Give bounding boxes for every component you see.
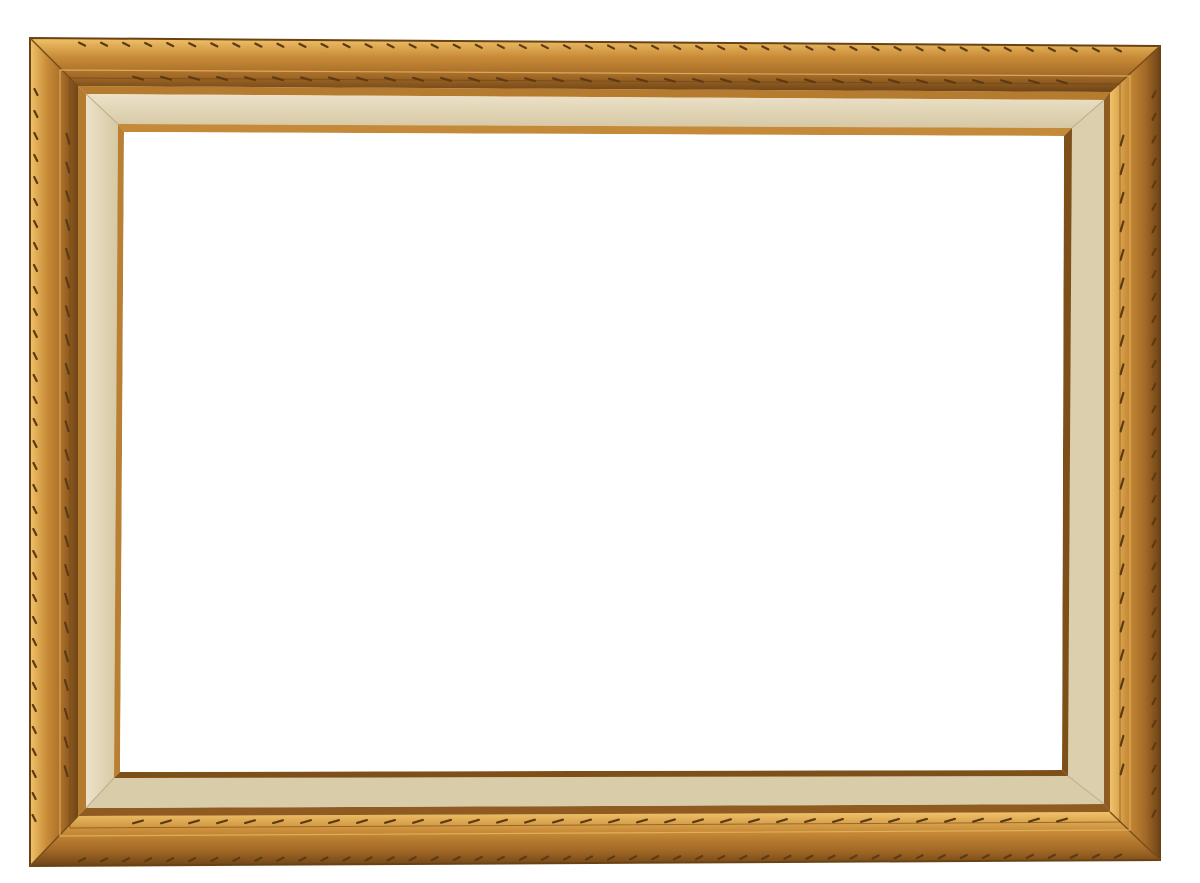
outer-left-rail xyxy=(30,38,78,866)
picture-frame xyxy=(29,36,1161,868)
outer-right-rail xyxy=(1110,46,1160,860)
frame-opening xyxy=(120,132,1064,772)
outer-top-rail xyxy=(30,38,1160,92)
liner-bottom xyxy=(86,776,1104,808)
liner-right xyxy=(1068,100,1104,804)
liner-left xyxy=(86,94,118,808)
frame-photo xyxy=(0,0,1200,883)
